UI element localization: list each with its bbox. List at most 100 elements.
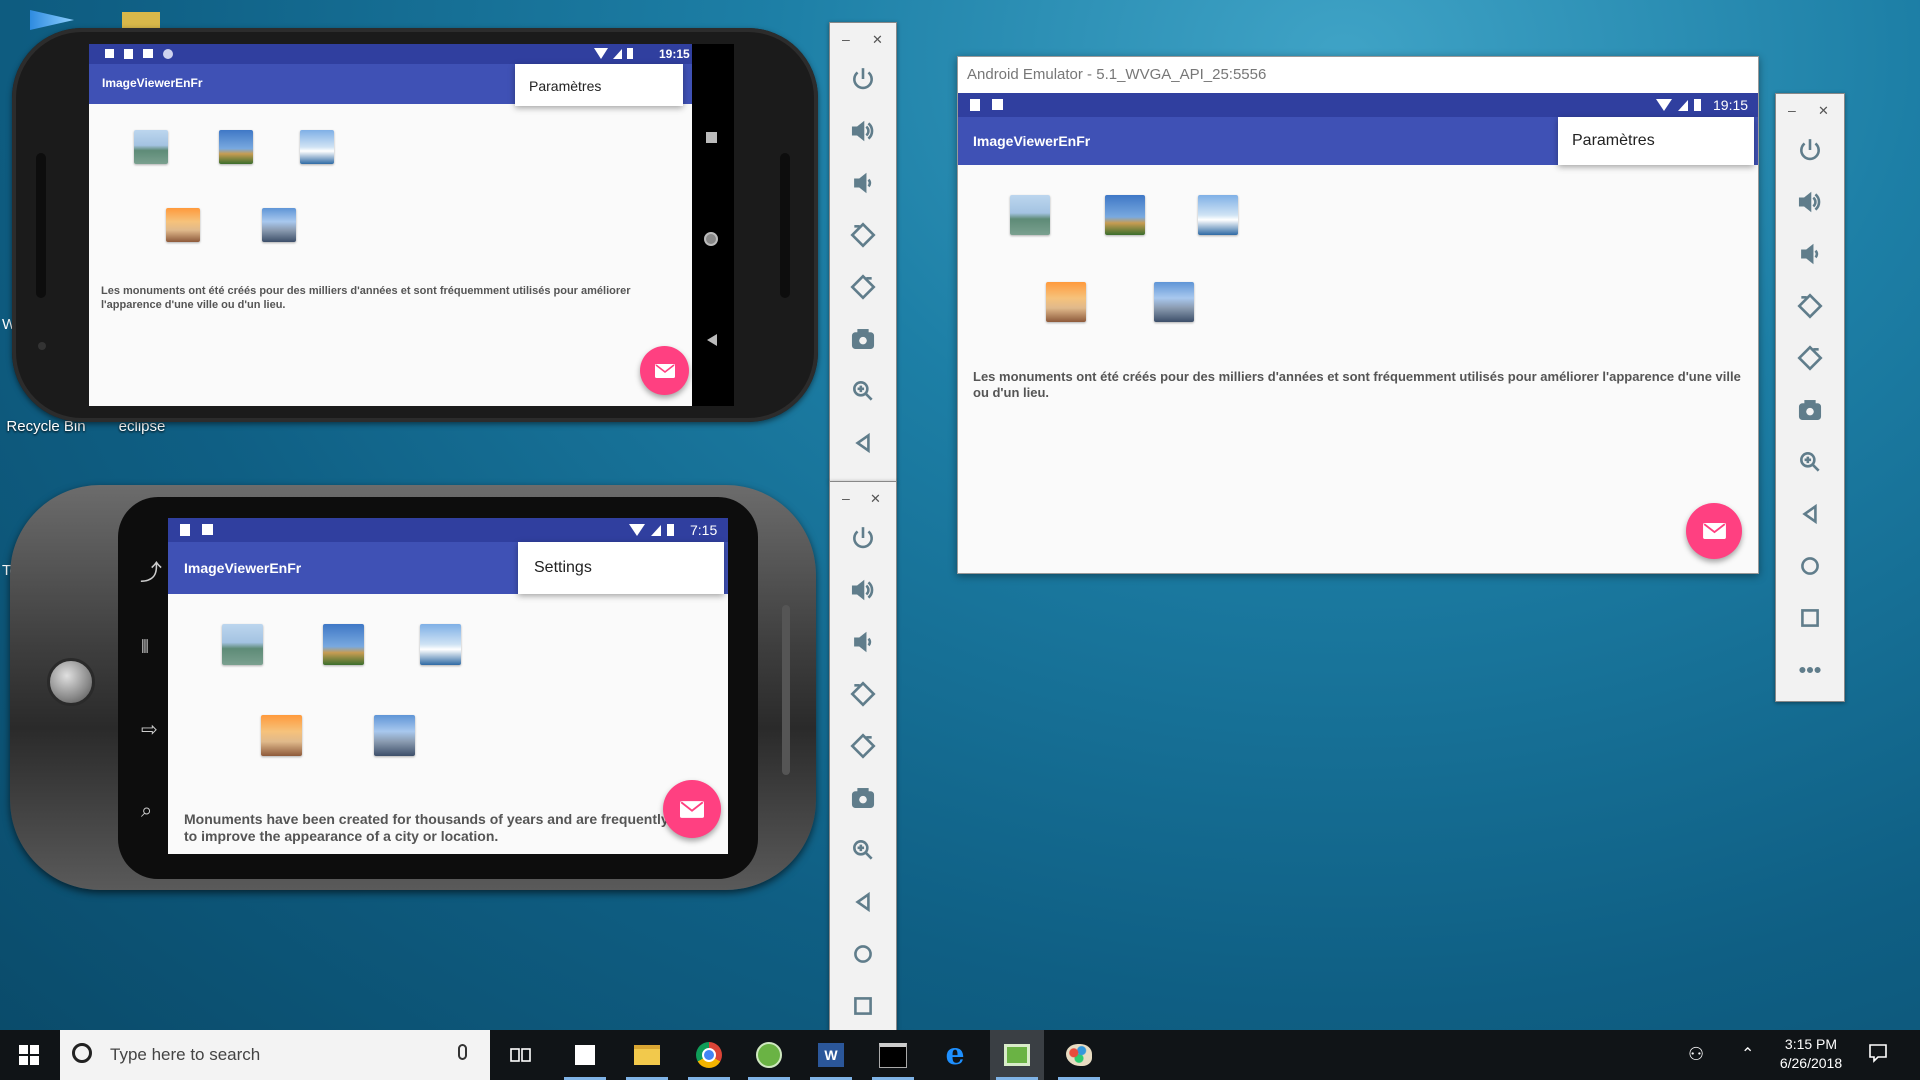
fab-email-button[interactable] bbox=[1686, 503, 1742, 559]
volume-up-button[interactable] bbox=[830, 570, 896, 610]
minimize-button[interactable]: – bbox=[842, 490, 850, 506]
edge-button[interactable]: e bbox=[928, 1030, 982, 1080]
task-view-button[interactable] bbox=[494, 1030, 548, 1080]
image-sydney-opera-house[interactable] bbox=[420, 624, 461, 665]
image-tower-bridge[interactable] bbox=[262, 208, 296, 242]
screenshot-button[interactable] bbox=[830, 319, 896, 359]
task-view-icon bbox=[510, 1048, 531, 1062]
battery-icon bbox=[1694, 99, 1701, 111]
home-icon[interactable] bbox=[704, 232, 718, 246]
rotate-left-button[interactable] bbox=[830, 215, 896, 255]
image-eiffel-tower[interactable] bbox=[1105, 195, 1145, 235]
file-explorer-button[interactable] bbox=[620, 1030, 674, 1080]
android-studio-button[interactable] bbox=[742, 1030, 796, 1080]
rotate-left-button[interactable] bbox=[830, 674, 896, 714]
signal-icon bbox=[613, 48, 622, 59]
action-center-button[interactable] bbox=[1868, 1043, 1888, 1066]
close-button[interactable]: ✕ bbox=[870, 491, 881, 507]
rotate-left-button[interactable] bbox=[1776, 286, 1844, 326]
wifi-icon bbox=[1656, 99, 1672, 111]
overview-button[interactable] bbox=[830, 986, 896, 1026]
image-taj-mahal[interactable] bbox=[166, 208, 200, 242]
overview-icon bbox=[854, 997, 872, 1015]
home-key-icon[interactable]: ⇨ bbox=[141, 717, 158, 742]
image-statue-of-liberty[interactable] bbox=[1010, 195, 1050, 235]
fab-email-button[interactable] bbox=[640, 346, 689, 395]
zoom-button[interactable] bbox=[1776, 442, 1844, 482]
zoom-button[interactable] bbox=[830, 830, 896, 870]
screenshot-button[interactable] bbox=[1776, 390, 1844, 430]
image-eiffel-tower[interactable] bbox=[323, 624, 364, 665]
back-button[interactable] bbox=[1776, 494, 1844, 534]
volume-down-button[interactable] bbox=[830, 163, 896, 203]
image-sydney-opera-house[interactable] bbox=[1198, 195, 1238, 235]
start-button[interactable] bbox=[2, 1030, 56, 1080]
notification-icons bbox=[180, 524, 213, 536]
close-button[interactable]: ✕ bbox=[1818, 103, 1829, 119]
back-icon bbox=[855, 891, 870, 913]
rotate-right-button[interactable] bbox=[1776, 338, 1844, 378]
chrome-button[interactable] bbox=[682, 1030, 736, 1080]
clock[interactable]: 3:15 PM 6/26/2018 bbox=[1766, 1036, 1856, 1071]
image-sydney-opera-house[interactable] bbox=[300, 130, 334, 164]
menu-item-settings[interactable]: Paramètres bbox=[1572, 132, 1655, 150]
rotate-left-icon bbox=[850, 681, 876, 707]
volume-up-button[interactable] bbox=[1776, 182, 1844, 222]
volume-up-button[interactable] bbox=[830, 111, 896, 151]
home-icon bbox=[854, 945, 872, 963]
image-tower-bridge[interactable] bbox=[1154, 282, 1194, 322]
overview-icon[interactable] bbox=[706, 132, 717, 143]
image-taj-mahal[interactable] bbox=[261, 715, 302, 756]
microphone-icon[interactable] bbox=[458, 1044, 467, 1060]
power-button[interactable] bbox=[1776, 130, 1844, 170]
sticky-notes-button[interactable] bbox=[558, 1030, 612, 1080]
trackball[interactable] bbox=[47, 658, 95, 706]
zoom-icon bbox=[1800, 452, 1820, 472]
image-statue-of-liberty[interactable] bbox=[222, 624, 263, 665]
back-key-icon[interactable]: ⤴ bbox=[140, 555, 162, 587]
minimize-button[interactable]: – bbox=[842, 31, 850, 47]
desktop-icon-partial-1[interactable] bbox=[30, 10, 74, 30]
power-button[interactable] bbox=[830, 59, 896, 99]
show-hidden-icons-button[interactable]: ⌃ bbox=[1741, 1044, 1754, 1064]
menu-item-settings[interactable]: Settings bbox=[534, 559, 592, 577]
home-icon bbox=[1801, 557, 1819, 575]
image-tower-bridge[interactable] bbox=[374, 715, 415, 756]
emulator-button[interactable] bbox=[990, 1030, 1044, 1080]
menu-key-icon[interactable]: ⦀ bbox=[141, 637, 149, 658]
minimize-button[interactable]: – bbox=[1788, 102, 1796, 118]
sync-icon bbox=[163, 49, 173, 59]
emulator-1-device-frame: 19:15 ImageViewerEnFr Paramètres Les mon… bbox=[12, 28, 818, 422]
close-button[interactable]: ✕ bbox=[872, 32, 883, 48]
volume-down-button[interactable] bbox=[830, 622, 896, 662]
volume-down-button[interactable] bbox=[1776, 234, 1844, 274]
image-eiffel-tower[interactable] bbox=[219, 130, 253, 164]
power-icon bbox=[853, 527, 873, 549]
zoom-button[interactable] bbox=[830, 371, 896, 411]
back-button[interactable] bbox=[830, 882, 896, 922]
people-button[interactable]: ⚇ bbox=[1688, 1044, 1704, 1065]
menu-item-settings[interactable]: Paramètres bbox=[529, 78, 601, 94]
image-taj-mahal[interactable] bbox=[1046, 282, 1086, 322]
home-button[interactable] bbox=[1776, 546, 1844, 586]
cortana-icon bbox=[72, 1043, 92, 1063]
rotate-right-button[interactable] bbox=[830, 267, 896, 307]
home-button[interactable] bbox=[830, 934, 896, 974]
back-icon[interactable] bbox=[707, 334, 717, 346]
chrome-center bbox=[702, 1048, 716, 1062]
rotate-right-button[interactable] bbox=[830, 726, 896, 766]
fab-email-button[interactable] bbox=[663, 780, 721, 838]
search-box[interactable]: Type here to search bbox=[60, 1030, 490, 1080]
screenshot-button[interactable] bbox=[830, 778, 896, 818]
more-button[interactable] bbox=[1776, 650, 1844, 690]
paint-button[interactable] bbox=[1052, 1030, 1106, 1080]
overview-button[interactable] bbox=[1776, 598, 1844, 638]
notification-icons bbox=[105, 49, 173, 59]
power-button[interactable] bbox=[830, 518, 896, 558]
image-statue-of-liberty[interactable] bbox=[134, 130, 168, 164]
search-key-icon[interactable]: ⌕ bbox=[141, 800, 152, 823]
mail-icon bbox=[1702, 523, 1726, 539]
word-button[interactable]: W bbox=[804, 1030, 858, 1080]
terminal-button[interactable] bbox=[866, 1030, 920, 1080]
back-button[interactable] bbox=[830, 423, 896, 463]
